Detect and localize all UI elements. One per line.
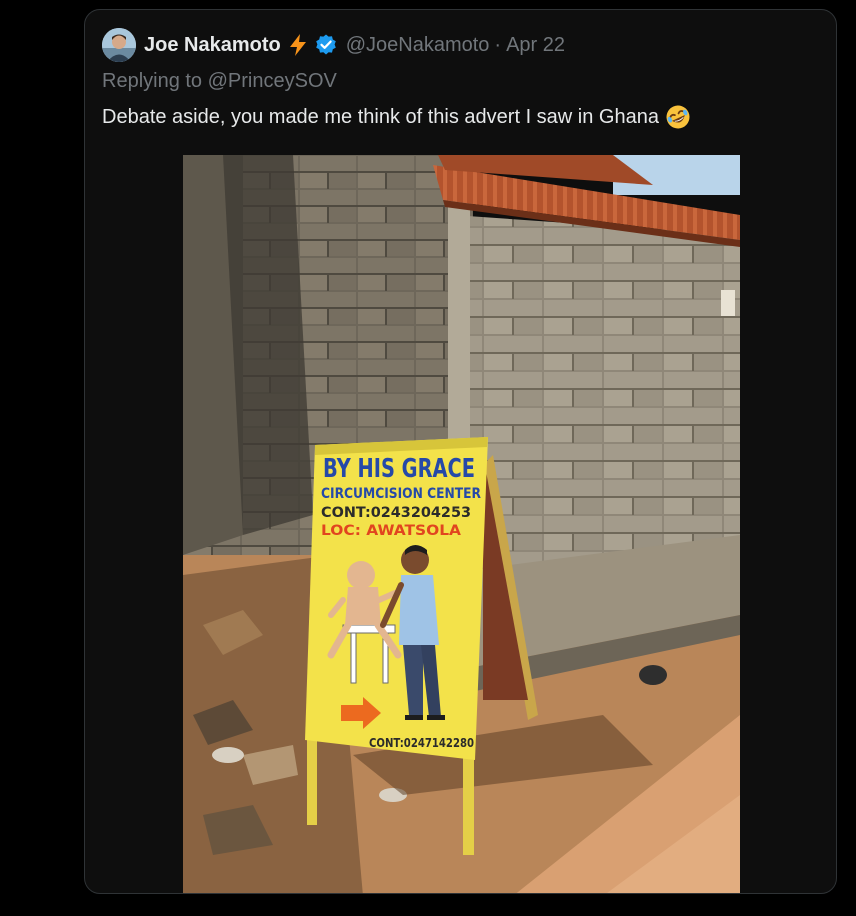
- author-handle[interactable]: @JoeNakamoto: [346, 34, 490, 57]
- replying-to-mention[interactable]: @PrinceySOV: [208, 70, 337, 92]
- sign-line-4: LOC: AWATSOLA: [321, 523, 461, 539]
- tweet-header: Joe Nakamoto @JoeNakamoto · Apr 22: [102, 28, 565, 62]
- sign-line-1: BY HIS GRACE: [323, 454, 475, 484]
- sign-line-2: CIRCUMCISION CENTER: [321, 486, 481, 502]
- lightning-icon: [289, 34, 306, 56]
- sign-line-3: CONT:0243204253: [321, 505, 471, 521]
- verified-icon[interactable]: [314, 33, 338, 57]
- avatar-image: [102, 28, 136, 62]
- tweet-photo[interactable]: BY HIS GRACE CIRCUMCISION CENTER CONT:02…: [183, 155, 740, 894]
- author-display-name[interactable]: Joe Nakamoto: [144, 34, 281, 57]
- avatar[interactable]: [102, 28, 136, 62]
- replying-to-line: Replying to @PrinceySOV: [102, 70, 337, 93]
- tweet-date[interactable]: Apr 22: [506, 34, 565, 57]
- quoted-tweet-card[interactable]: Joe Nakamoto @JoeNakamoto · Apr 22 Reply…: [84, 9, 837, 894]
- tweet-text: Debate aside, you made me think of this …: [102, 104, 691, 130]
- separator-dot: ·: [494, 33, 502, 56]
- tweet-body: Debate aside, you made me think of this …: [102, 105, 659, 128]
- sign-line-5: CONT:0247142280: [369, 736, 474, 750]
- replying-prefix: Replying to: [102, 70, 203, 92]
- rolling-on-floor-laughing-emoji-icon: [666, 105, 690, 129]
